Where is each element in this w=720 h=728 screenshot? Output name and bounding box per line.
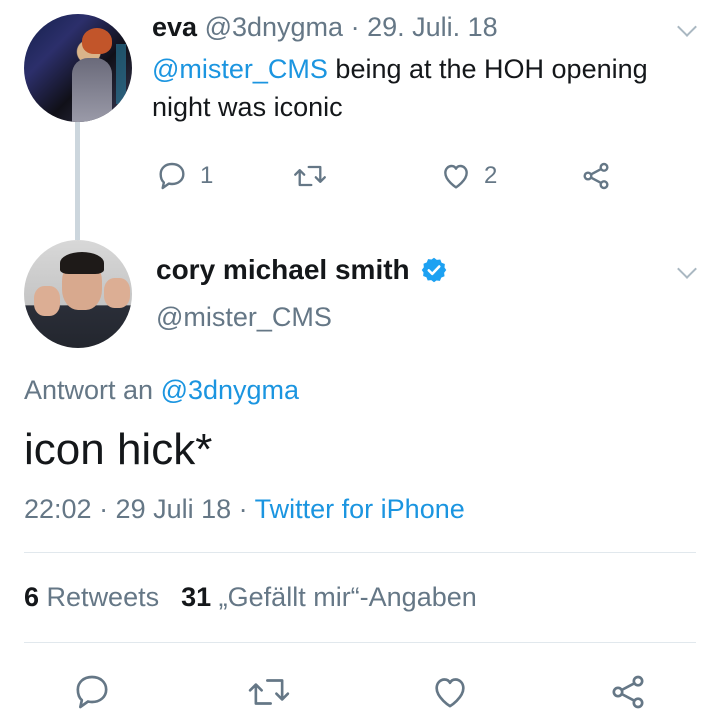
avatar-background bbox=[116, 44, 126, 104]
tweet-stats: 6 Retweets 31 „Gefällt mir“-Angaben bbox=[24, 582, 477, 613]
avatar-hand-right bbox=[104, 278, 130, 308]
parent-tweet-mention[interactable]: @mister_CMS bbox=[152, 54, 328, 84]
main-tweet-actions bbox=[0, 670, 720, 714]
parent-share-button[interactable] bbox=[580, 160, 612, 192]
share-icon bbox=[583, 162, 609, 190]
like-icon bbox=[435, 678, 465, 708]
parent-tweet-text: @mister_CMS being at the HOH opening nig… bbox=[152, 50, 702, 126]
parent-like-count: 2 bbox=[484, 162, 498, 189]
avatar-eva[interactable] bbox=[24, 14, 132, 122]
share-button[interactable] bbox=[608, 672, 648, 712]
like-label: „Gefällt mir“-Angaben bbox=[218, 582, 477, 612]
parent-like-button[interactable]: 2 bbox=[440, 160, 497, 192]
parent-reply-count: 1 bbox=[200, 162, 214, 189]
retweets-stat[interactable]: 6 Retweets bbox=[24, 582, 159, 612]
parent-retweet-button[interactable] bbox=[292, 160, 328, 192]
avatar-cory[interactable] bbox=[24, 240, 132, 348]
retweet-label: Retweets bbox=[46, 582, 160, 612]
reply-icon bbox=[159, 162, 185, 190]
retweet-button[interactable] bbox=[246, 672, 292, 712]
parent-author-name[interactable]: eva bbox=[152, 12, 197, 42]
reply-to-mention[interactable]: @3dnygma bbox=[161, 375, 299, 405]
chevron-down-icon[interactable] bbox=[677, 259, 697, 279]
parent-reply-button[interactable]: 1 bbox=[156, 160, 213, 192]
main-author-handle[interactable]: @mister_CMS bbox=[156, 302, 332, 333]
reply-button[interactable] bbox=[72, 672, 112, 712]
like-icon bbox=[444, 164, 468, 189]
reply-icon bbox=[76, 675, 108, 709]
like-count: 31 bbox=[181, 582, 212, 612]
main-tweet-text: icon hick* bbox=[24, 425, 213, 474]
tweet-meta: 22:02 · 29 Juli 18 · Twitter for iPhone bbox=[24, 494, 465, 525]
parent-tweet-date[interactable]: · 29. Juli. 18 bbox=[351, 12, 498, 42]
thread-connector-line bbox=[75, 122, 80, 240]
parent-tweet-header: eva @3dnygma · 29. Juli. 18 bbox=[152, 12, 498, 42]
tweet-source-link[interactable]: Twitter for iPhone bbox=[255, 494, 465, 524]
retweet-icon bbox=[294, 165, 326, 187]
retweet-count: 6 bbox=[24, 582, 40, 612]
avatar-hair bbox=[60, 252, 104, 274]
avatar-figure bbox=[72, 58, 112, 122]
parent-author-handle[interactable]: @3dnygma bbox=[205, 12, 343, 42]
reply-to-line: Antwort an @3dnygma bbox=[24, 375, 299, 406]
chevron-down-icon[interactable] bbox=[677, 17, 697, 37]
retweet-icon bbox=[248, 679, 290, 705]
likes-stat[interactable]: 31 „Gefällt mir“-Angaben bbox=[181, 582, 477, 612]
divider bbox=[24, 642, 696, 643]
reply-to-prefix: Antwort an bbox=[24, 375, 161, 405]
tweet-timestamp: 22:02 · 29 Juli 18 · bbox=[24, 494, 255, 524]
avatar-hair bbox=[82, 28, 112, 54]
avatar-hand-left bbox=[34, 286, 60, 316]
main-author-name[interactable]: cory michael smith bbox=[156, 254, 410, 286]
share-icon bbox=[612, 675, 644, 709]
verified-badge-icon bbox=[421, 257, 446, 283]
like-button[interactable] bbox=[430, 672, 470, 712]
main-author-name-row: cory michael smith bbox=[156, 254, 448, 286]
divider bbox=[24, 552, 696, 553]
